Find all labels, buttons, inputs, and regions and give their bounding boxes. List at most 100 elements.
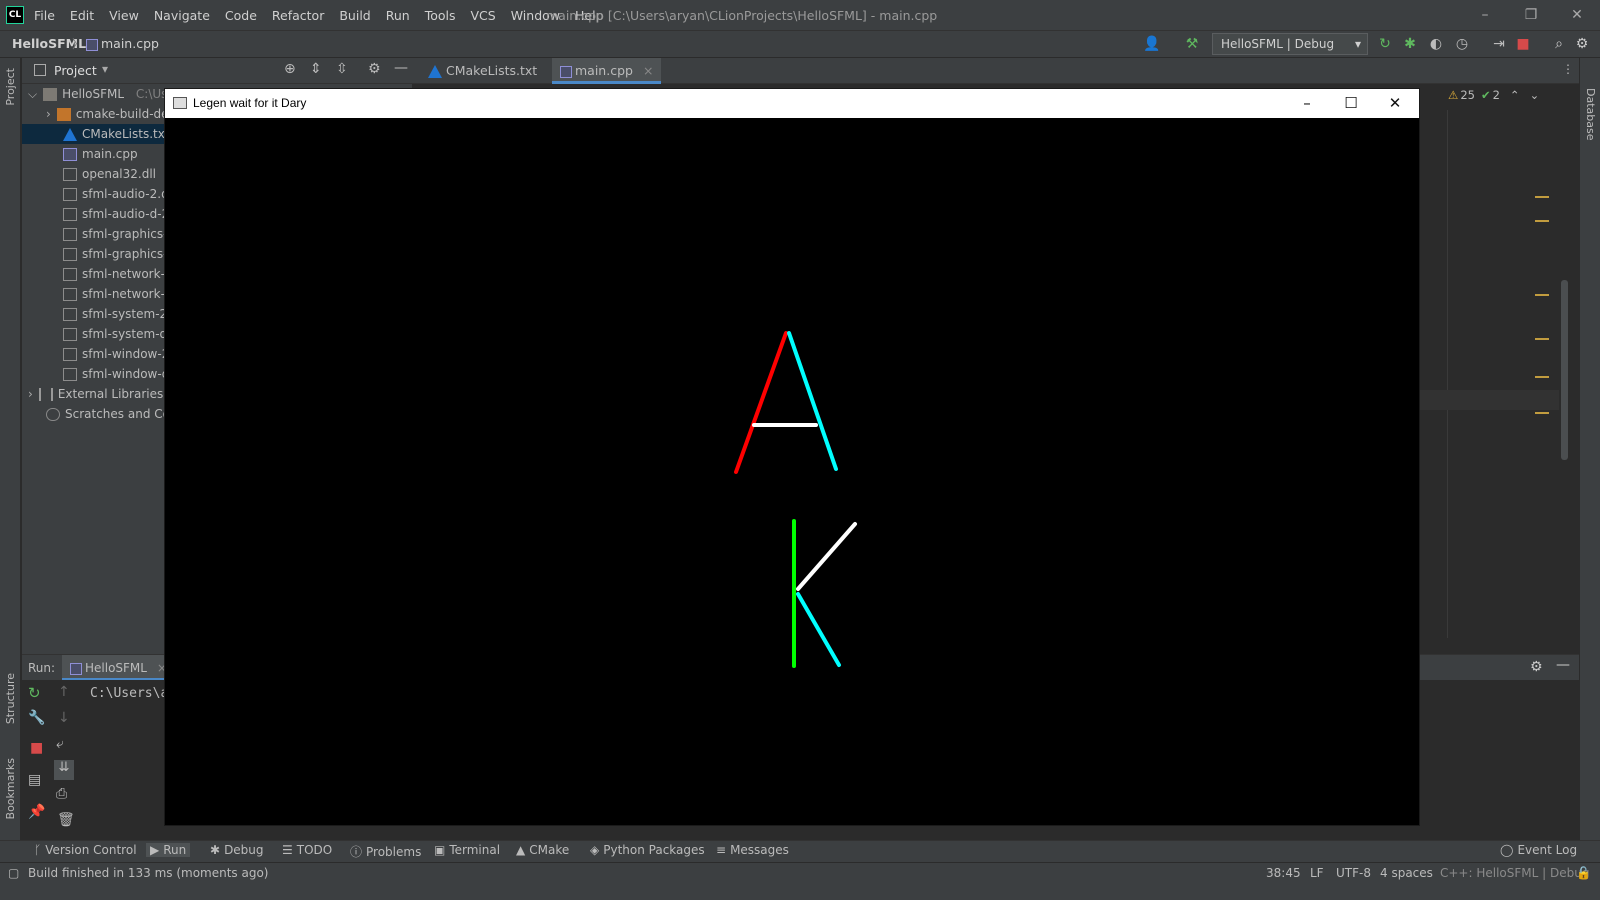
close-icon[interactable]: × bbox=[643, 63, 653, 78]
more-icon[interactable]: ⋮ bbox=[1562, 62, 1574, 76]
pin-icon[interactable]: 📌 bbox=[28, 804, 45, 820]
warning-marker[interactable] bbox=[1535, 294, 1549, 296]
menu-code[interactable]: Code bbox=[225, 8, 257, 23]
build-hammer-icon[interactable]: ⚒ bbox=[1183, 35, 1201, 53]
warning-marker[interactable] bbox=[1535, 220, 1549, 222]
branch-icon: ᚴ bbox=[34, 843, 42, 857]
tool-python-packages[interactable]: ◈ Python Packages bbox=[590, 843, 705, 857]
soft-wrap-icon[interactable]: ⤶ bbox=[56, 736, 64, 752]
tool-version-control[interactable]: ᚴ Version Control bbox=[34, 843, 137, 857]
cmake-icon: ▲ bbox=[516, 843, 526, 857]
coverage-icon[interactable]: ◐ bbox=[1427, 35, 1445, 53]
ide-restore-button[interactable]: ❐ bbox=[1521, 5, 1541, 25]
indent-setting[interactable]: 4 spaces bbox=[1380, 866, 1433, 880]
menu-run[interactable]: Run bbox=[386, 8, 410, 23]
locate-icon[interactable]: ⊕ bbox=[284, 61, 296, 77]
file-encoding[interactable]: UTF-8 bbox=[1336, 866, 1371, 880]
sfml-canvas[interactable] bbox=[165, 118, 1419, 825]
tab-main-cpp[interactable]: main.cpp × bbox=[552, 58, 662, 84]
run-config-select[interactable]: HelloSFML | Debug ▾ bbox=[1212, 33, 1368, 55]
tab-cmakelists[interactable]: CMakeLists.txt bbox=[420, 58, 545, 84]
gear-icon[interactable]: ⚙ bbox=[1530, 659, 1543, 675]
menu-build[interactable]: Build bbox=[339, 8, 370, 23]
warning-marker[interactable] bbox=[1535, 412, 1549, 414]
ide-close-button[interactable]: ✕ bbox=[1567, 5, 1587, 25]
user-icon[interactable]: 👤 bbox=[1143, 35, 1161, 53]
close-button[interactable]: ✕ bbox=[1375, 91, 1415, 116]
gear-icon[interactable]: ⚙ bbox=[368, 61, 381, 77]
attach-icon[interactable]: ⇥ bbox=[1490, 35, 1508, 53]
chevron-down-icon[interactable]: ⌄ bbox=[1530, 88, 1540, 102]
tool-run[interactable]: ▶ Run bbox=[146, 843, 191, 857]
print-icon[interactable]: ⎙ bbox=[56, 786, 67, 802]
warning-marker[interactable] bbox=[1535, 376, 1549, 378]
menu-edit[interactable]: Edit bbox=[70, 8, 94, 23]
bookmarks-tool-button[interactable]: Bookmarks bbox=[4, 758, 17, 819]
tree-item-label: sfml-network-2. bbox=[82, 267, 177, 281]
caret-position[interactable]: 38:45 bbox=[1266, 866, 1301, 880]
breadcrumb-file[interactable]: main.cpp bbox=[86, 36, 159, 51]
hide-panel-icon[interactable]: — bbox=[1556, 657, 1570, 673]
search-icon[interactable]: ⌕ bbox=[1550, 35, 1568, 53]
ide-minimize-button[interactable]: – bbox=[1475, 5, 1495, 25]
structure-tool-button[interactable]: Structure bbox=[4, 673, 17, 724]
app-window-icon bbox=[173, 97, 187, 109]
menu-file[interactable]: File bbox=[34, 8, 55, 23]
sfml-window[interactable]: Legen wait for it Dary – ☐ ✕ bbox=[165, 89, 1419, 825]
chevron-down-icon[interactable]: ▾ bbox=[102, 62, 108, 76]
menu-refactor[interactable]: Refactor bbox=[272, 8, 324, 23]
tool-event-log[interactable]: ◯ Event Log bbox=[1500, 843, 1577, 857]
warning-marker[interactable] bbox=[1535, 196, 1549, 198]
chevron-up-icon[interactable]: ⌃ bbox=[1510, 88, 1520, 102]
tool-problems[interactable]: ⓘ Problems bbox=[350, 843, 421, 860]
status-message[interactable]: Build finished in 133 ms (moments ago) bbox=[28, 866, 269, 880]
run-tab[interactable]: HelloSFML × bbox=[62, 655, 175, 681]
trash-icon[interactable]: 🗑 bbox=[57, 812, 75, 828]
tree-item-label: External Libraries bbox=[57, 387, 164, 401]
tool-todo[interactable]: ☰ TODO bbox=[282, 843, 332, 857]
project-panel-title[interactable]: Project bbox=[54, 63, 97, 78]
rerun-icon[interactable]: ↻ bbox=[1376, 35, 1394, 53]
status-toggle-icon[interactable]: ▢ bbox=[8, 866, 19, 880]
menu-view[interactable]: View bbox=[109, 8, 139, 23]
expand-all-icon[interactable]: ⇕ bbox=[310, 61, 322, 77]
profile-icon[interactable]: ◷ bbox=[1453, 35, 1471, 53]
tool-terminal[interactable]: ▣ Terminal bbox=[434, 843, 500, 857]
tool-messages[interactable]: ≡ Messages bbox=[716, 843, 789, 857]
rerun-icon[interactable]: ↻ bbox=[28, 684, 41, 702]
tree-root-label: HelloSFML bbox=[62, 87, 125, 101]
inspection-widget[interactable]: ⚠ 25 ✔ 2 ⌃ ⌄ bbox=[1448, 88, 1539, 102]
tool-cmake[interactable]: ▲ CMake bbox=[516, 843, 569, 857]
tree-item-label: main.cpp bbox=[82, 147, 138, 161]
check-icon: ✔ bbox=[1480, 88, 1491, 102]
menu-navigate[interactable]: Navigate bbox=[154, 8, 210, 23]
context-selector[interactable]: C++: HelloSFML | Debug bbox=[1440, 866, 1589, 880]
line-separator[interactable]: LF bbox=[1310, 866, 1324, 880]
scroll-to-end-icon[interactable]: ⇊ bbox=[54, 760, 74, 780]
settings-gear-icon[interactable]: ⚙ bbox=[1573, 35, 1591, 53]
debug-bug-icon[interactable]: ✱ bbox=[1401, 35, 1419, 53]
maximize-button[interactable]: ☐ bbox=[1331, 91, 1371, 116]
layout-icon[interactable]: ▤ bbox=[28, 772, 41, 788]
arrow-down-icon[interactable]: ↓ bbox=[58, 710, 70, 726]
tool-debug[interactable]: ✱ Debug bbox=[210, 843, 264, 857]
menu-vcs[interactable]: VCS bbox=[471, 8, 496, 23]
sfml-titlebar[interactable]: Legen wait for it Dary – ☐ ✕ bbox=[165, 89, 1419, 118]
project-tool-button[interactable]: Project bbox=[4, 68, 17, 106]
minimize-button[interactable]: – bbox=[1287, 91, 1327, 116]
warning-marker[interactable] bbox=[1535, 338, 1549, 340]
lock-icon[interactable]: 🔓 bbox=[1576, 866, 1591, 880]
breadcrumb-separator: 〉 bbox=[72, 37, 85, 51]
wrench-icon[interactable]: 🔧 bbox=[28, 710, 45, 726]
arrow-up-icon[interactable]: ↑ bbox=[58, 684, 70, 700]
stop-icon[interactable]: ■ bbox=[1514, 35, 1532, 53]
sfml-window-title: Legen wait for it Dary bbox=[193, 96, 307, 110]
hide-panel-icon[interactable]: — bbox=[394, 60, 408, 76]
editor-scrollbar[interactable] bbox=[1561, 280, 1568, 460]
tool-label: Run bbox=[163, 843, 187, 857]
menu-tools[interactable]: Tools bbox=[425, 8, 456, 23]
collapse-all-icon[interactable]: ⇳ bbox=[336, 61, 348, 77]
stop-icon[interactable]: ■ bbox=[30, 740, 43, 756]
database-tool-button[interactable]: Database bbox=[1584, 88, 1597, 141]
console-output[interactable]: C:\Users\a bbox=[90, 686, 168, 701]
